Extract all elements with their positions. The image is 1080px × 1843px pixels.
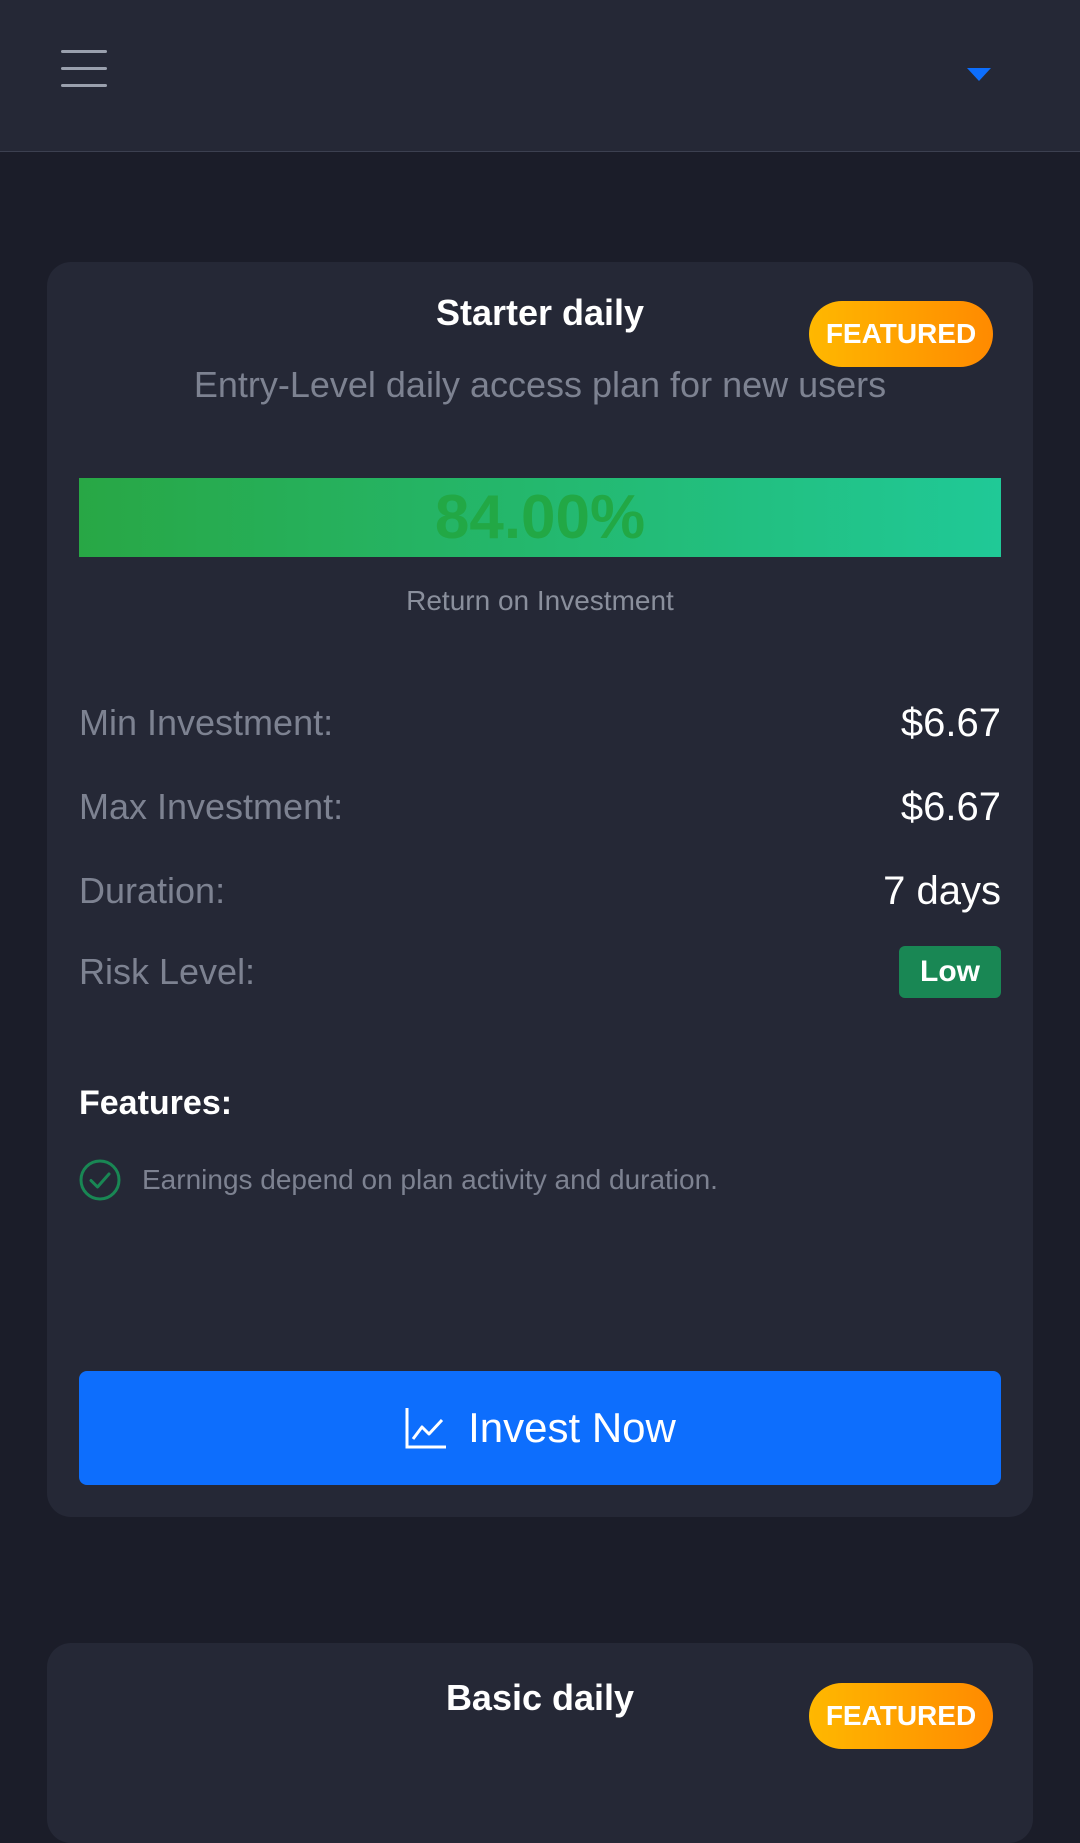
feature-text: Earnings depend on plan activity and dur… (142, 1164, 718, 1195)
check-circle-icon (79, 1159, 121, 1201)
plan-card-starter: Starter daily FEATURED Entry-Level daily… (47, 262, 1033, 1517)
roi-label: Return on Investment (406, 585, 674, 616)
featured-badge: FEATURED (809, 301, 993, 367)
detail-row-duration: Duration: 7 days (79, 861, 1001, 921)
detail-row-min-investment: Min Investment: $6.67 (79, 693, 1001, 753)
invest-now-button[interactable]: Invest Now (79, 1371, 1001, 1485)
duration-label: Duration: (79, 870, 226, 911)
invest-now-label: Invest Now (468, 1404, 676, 1451)
risk-level-label: Risk Level: (79, 951, 256, 992)
duration-value: 7 days (883, 868, 1001, 913)
featured-badge: FEATURED (809, 1683, 993, 1749)
min-investment-value: $6.67 (900, 700, 1001, 745)
detail-row-max-investment: Max Investment: $6.67 (79, 777, 1001, 837)
chart-line-icon (404, 1406, 448, 1450)
features-heading: Features: (79, 1084, 233, 1122)
plan-card-basic: Basic daily FEATURED (47, 1643, 1033, 1843)
caret-down-icon[interactable] (967, 68, 991, 82)
min-investment-label: Min Investment: (79, 702, 334, 743)
feature-item: Earnings depend on plan activity and dur… (79, 1158, 718, 1202)
roi-value: 84.00% (434, 483, 646, 552)
max-investment-value: $6.67 (900, 784, 1001, 829)
hamburger-icon[interactable] (61, 50, 107, 88)
top-navbar (0, 0, 1080, 152)
max-investment-label: Max Investment: (79, 786, 344, 827)
risk-level-badge: Low (899, 946, 1001, 998)
plan-subtitle: Entry-Level daily access plan for new us… (193, 364, 887, 405)
detail-row-risk-level: Risk Level: Low (79, 942, 1001, 1002)
roi-bar: 84.00% (79, 478, 1001, 557)
